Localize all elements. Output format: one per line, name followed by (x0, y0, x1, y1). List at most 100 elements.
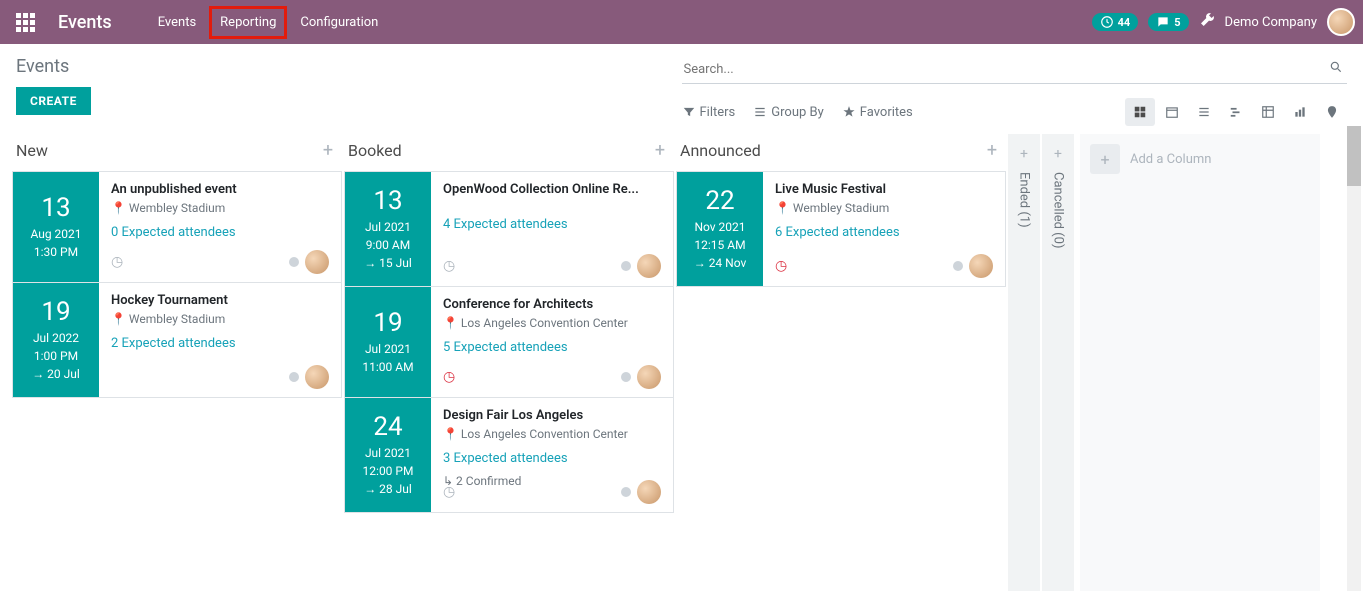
add-column-area: + Add a Column (1080, 134, 1320, 591)
column-booked: Booked + 13 Jul 2021 9:00 AM → 15 Jul Op… (344, 134, 674, 591)
create-button[interactable]: CREATE (16, 87, 91, 115)
card-title: Design Fair Los Angeles (443, 408, 661, 423)
card-date: 19 Jul 2021 11:00 AM (345, 287, 431, 397)
add-column-button[interactable]: + (1090, 144, 1120, 174)
column-add-icon[interactable]: + (982, 140, 1002, 161)
column-title: New (16, 141, 48, 160)
column-announced: Announced + 22 Nov 2021 12:15 AM → 24 No… (676, 134, 1006, 591)
card-attendees: 3 Expected attendees (443, 451, 661, 466)
column-cancelled-folded[interactable]: + Cancelled (0) (1042, 134, 1074, 591)
clock-icon: ◷ (443, 484, 455, 500)
favorites-button[interactable]: Favorites (842, 105, 913, 120)
apps-icon[interactable] (8, 5, 42, 39)
card-title: An unpublished event (111, 182, 329, 197)
view-kanban[interactable] (1125, 98, 1155, 126)
card-date: 19 Jul 2022 1:00 PM → 20 Jul (13, 283, 99, 397)
search-icon[interactable] (1329, 60, 1343, 78)
vertical-scrollbar[interactable] (1347, 126, 1361, 591)
assignee-avatar[interactable] (637, 365, 661, 389)
app-brand[interactable]: Events (58, 12, 112, 33)
list-icon (753, 105, 767, 119)
groupby-button[interactable]: Group By (753, 105, 824, 120)
messages-badge[interactable]: 5 (1148, 13, 1188, 31)
card-date: 24 Jul 2021 12:00 PM → 28 Jul (345, 398, 431, 512)
view-pivot[interactable] (1253, 98, 1283, 126)
search-input[interactable] (682, 56, 1348, 83)
messages-count: 5 (1174, 16, 1180, 29)
nav-reporting[interactable]: Reporting (210, 7, 286, 38)
priority-dot[interactable] (621, 487, 631, 497)
assignee-avatar[interactable] (305, 250, 329, 274)
kanban-icon (1133, 105, 1147, 119)
folded-label: Cancelled (0) (1051, 172, 1066, 248)
star-icon (842, 105, 856, 119)
column-new: New + 13 Aug 2021 1:30 PM An unpublished… (12, 134, 342, 591)
view-calendar[interactable] (1157, 98, 1187, 126)
column-add-icon[interactable]: + (1020, 146, 1028, 162)
company-switcher[interactable]: Demo Company (1225, 15, 1317, 30)
kanban-card[interactable]: 13 Jul 2021 9:00 AM → 15 Jul OpenWood Co… (344, 171, 674, 287)
clock-icon-overdue: ◷ (775, 258, 787, 274)
map-pin-icon (1325, 105, 1339, 119)
view-map[interactable] (1317, 98, 1347, 126)
card-attendees: 0 Expected attendees (111, 225, 329, 240)
priority-dot[interactable] (621, 261, 631, 271)
card-location: 📍 Los Angeles Convention Center (443, 316, 661, 330)
card-attendees: 5 Expected attendees (443, 340, 661, 355)
card-title: Conference for Architects (443, 297, 661, 312)
card-attendees: 4 Expected attendees (443, 217, 661, 232)
card-title: OpenWood Collection Online Re... (443, 182, 661, 197)
card-date: 13 Jul 2021 9:00 AM → 15 Jul (345, 172, 431, 286)
breadcrumb: Events (16, 56, 682, 77)
filter-icon (682, 105, 696, 119)
add-column-label: Add a Column (1130, 152, 1211, 167)
column-add-icon[interactable]: + (318, 140, 338, 161)
nav-events[interactable]: Events (148, 7, 206, 38)
calendar-icon (1165, 105, 1179, 119)
nav-configuration[interactable]: Configuration (290, 7, 388, 38)
card-attendees: 2 Expected attendees (111, 336, 329, 351)
card-title: Live Music Festival (775, 182, 993, 197)
priority-dot[interactable] (953, 261, 963, 271)
filters-button[interactable]: Filters (682, 105, 736, 120)
view-list[interactable] (1189, 98, 1219, 126)
assignee-avatar[interactable] (637, 254, 661, 278)
column-title: Booked (348, 141, 402, 160)
folded-label: Ended (1) (1017, 172, 1032, 228)
kanban-card[interactable]: 13 Aug 2021 1:30 PM An unpublished event… (12, 171, 342, 283)
card-location: 📍 Wembley Stadium (111, 312, 329, 326)
priority-dot[interactable] (289, 372, 299, 382)
clock-icon-overdue: ◷ (443, 369, 455, 385)
kanban-card[interactable]: 22 Nov 2021 12:15 AM → 24 Nov Live Music… (676, 171, 1006, 287)
priority-dot[interactable] (621, 372, 631, 382)
debug-icon[interactable] (1199, 12, 1215, 32)
card-date: 13 Aug 2021 1:30 PM (13, 172, 99, 282)
card-attendees: 6 Expected attendees (775, 225, 993, 240)
column-ended-folded[interactable]: + Ended (1) (1008, 134, 1040, 591)
activity-badge[interactable]: 44 (1092, 13, 1139, 31)
card-location: 📍 Wembley Stadium (775, 201, 993, 215)
list-view-icon (1197, 105, 1211, 119)
priority-dot[interactable] (289, 257, 299, 267)
pivot-icon (1261, 105, 1275, 119)
assignee-avatar[interactable] (969, 254, 993, 278)
chat-icon (1156, 15, 1170, 29)
wrench-icon (1199, 12, 1215, 28)
view-gantt[interactable] (1221, 98, 1251, 126)
user-avatar[interactable] (1327, 8, 1355, 36)
kanban-card[interactable]: 24 Jul 2021 12:00 PM → 28 Jul Design Fai… (344, 397, 674, 513)
assignee-avatar[interactable] (305, 365, 329, 389)
card-location: 📍 Wembley Stadium (111, 201, 329, 215)
activity-count: 44 (1118, 16, 1131, 29)
kanban-card[interactable]: 19 Jul 2021 11:00 AM Conference for Arch… (344, 286, 674, 398)
assignee-avatar[interactable] (637, 480, 661, 504)
clock-icon: ◷ (111, 254, 123, 270)
card-date: 22 Nov 2021 12:15 AM → 24 Nov (677, 172, 763, 286)
view-graph[interactable] (1285, 98, 1315, 126)
clock-icon: ◷ (443, 258, 455, 274)
column-add-icon[interactable]: + (1054, 146, 1062, 162)
card-title: Hockey Tournament (111, 293, 329, 308)
column-add-icon[interactable]: + (650, 140, 670, 161)
kanban-card[interactable]: 19 Jul 2022 1:00 PM → 20 Jul Hockey Tour… (12, 282, 342, 398)
clock-icon (1100, 15, 1114, 29)
